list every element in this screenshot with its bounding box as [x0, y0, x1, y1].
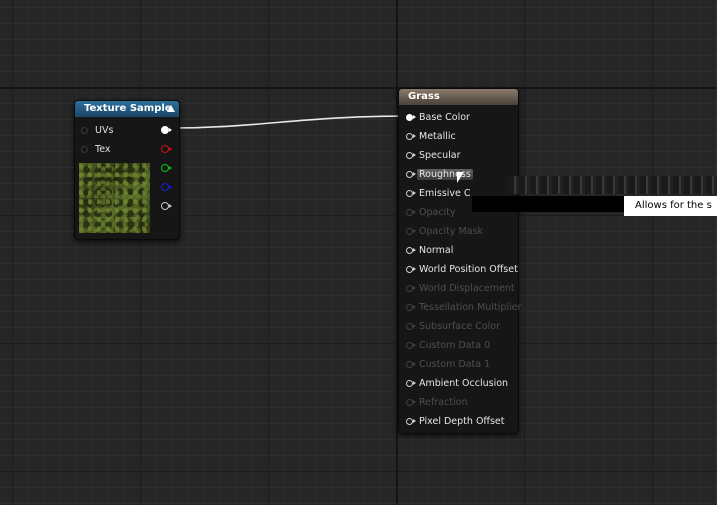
output-alpha-pin-icon[interactable]	[161, 202, 172, 210]
material-pin-refraction[interactable]: Refraction	[406, 394, 468, 410]
uvs-label: UVs	[95, 124, 114, 136]
input-pin-icon[interactable]	[406, 341, 416, 349]
tooltip-shadow-strip	[508, 176, 717, 194]
input-uvs[interactable]: UVs	[81, 122, 113, 138]
material-pin-custom-data-1[interactable]: Custom Data 1	[406, 356, 490, 372]
material-pin-label: Metallic	[419, 130, 456, 142]
material-pin-ambient-occlusion[interactable]: Ambient Occlusion	[406, 375, 508, 391]
input-pin-icon[interactable]	[406, 246, 416, 254]
input-pin-icon[interactable]	[406, 189, 416, 197]
input-pin-icon[interactable]	[406, 208, 416, 216]
input-pin-icon[interactable]	[406, 360, 416, 368]
material-pin-metallic[interactable]: Metallic	[406, 128, 456, 144]
input-pin-icon[interactable]	[406, 151, 416, 159]
material-pin-subsurface-color[interactable]: Subsurface Color	[406, 318, 500, 334]
material-pin-label: Specular	[419, 149, 461, 161]
tex-label: Tex	[95, 143, 111, 155]
pin-tooltip: Allows for the s	[624, 196, 717, 216]
material-pin-label: Ambient Occlusion	[419, 377, 509, 389]
tex-pin-icon[interactable]	[81, 145, 88, 153]
texture-preview-thumbnail	[79, 163, 150, 233]
material-pin-label: Pixel Depth Offset	[419, 415, 505, 427]
input-pin-icon[interactable]	[406, 170, 416, 178]
material-result-node[interactable]: Grass Base Color Metallic Specular Roughnes…	[398, 88, 521, 434]
material-pin-label: Refraction	[419, 396, 468, 408]
mouse-cursor-icon	[457, 172, 464, 183]
output-red-pin-icon[interactable]	[161, 145, 172, 153]
material-pin-label: World Position Offset	[419, 263, 518, 275]
material-pin-label: Emissive C	[419, 187, 471, 199]
input-pin-icon[interactable]	[406, 132, 416, 140]
collapse-arrow-icon[interactable]	[167, 105, 175, 112]
material-pin-world-displacement[interactable]: World Displacement	[406, 280, 515, 296]
input-pin-icon[interactable]	[406, 398, 416, 406]
output-blue-pin-icon[interactable]	[161, 183, 172, 191]
uvs-pin-icon[interactable]	[81, 126, 88, 134]
material-pin-pixel-depth-offset[interactable]: Pixel Depth Offset	[406, 413, 505, 429]
input-pin-icon[interactable]	[406, 265, 416, 273]
material-pin-label: World Displacement	[419, 282, 515, 294]
material-graph-canvas[interactable]: Texture Sample UVs Tex Grass Base Color M…	[0, 0, 717, 505]
texture-sample-node[interactable]: Texture Sample UVs Tex	[74, 100, 180, 240]
material-pin-label: Roughness	[417, 168, 473, 180]
material-pin-label: Opacity	[419, 206, 456, 218]
input-pin-icon[interactable]	[406, 322, 416, 330]
material-node-header[interactable]: Grass	[399, 89, 518, 105]
texture-sample-header[interactable]: Texture Sample	[75, 101, 179, 117]
material-pin-label: Base Color	[419, 111, 470, 123]
input-pin-icon[interactable]	[406, 379, 416, 387]
texture-sample-title: Texture Sample	[84, 103, 172, 114]
material-pin-tessellation-multiplier[interactable]: Tessellation Multiplier	[406, 299, 521, 315]
material-pin-label: Custom Data 0	[419, 339, 491, 351]
material-pin-label: Custom Data 1	[419, 358, 491, 370]
material-pin-opacity-mask[interactable]: Opacity Mask	[406, 223, 483, 239]
input-pin-icon[interactable]	[406, 227, 416, 235]
material-pin-label: Subsurface Color	[419, 320, 501, 332]
input-tex[interactable]: Tex	[81, 141, 111, 157]
tooltip-black-bar	[472, 196, 624, 212]
material-pin-specular[interactable]: Specular	[406, 147, 461, 163]
material-pin-label: Opacity Mask	[419, 225, 484, 237]
output-rgb-pin-icon[interactable]	[161, 126, 172, 134]
input-pin-icon[interactable]	[406, 417, 416, 425]
material-pin-normal[interactable]: Normal	[406, 242, 453, 258]
material-pin-label: Normal	[419, 244, 454, 256]
material-pin-opacity[interactable]: Opacity	[406, 204, 456, 220]
input-pin-icon[interactable]	[406, 113, 416, 121]
material-pin-custom-data-0[interactable]: Custom Data 0	[406, 337, 490, 353]
material-pin-base-color[interactable]: Base Color	[406, 109, 470, 125]
output-green-pin-icon[interactable]	[161, 164, 172, 172]
material-node-title: Grass	[408, 91, 440, 102]
material-pin-label: Tessellation Multiplier	[419, 301, 522, 313]
input-pin-icon[interactable]	[406, 303, 416, 311]
input-pin-icon[interactable]	[406, 284, 416, 292]
material-pin-world-position-offset[interactable]: World Position Offset	[406, 261, 518, 277]
material-pin-emissive-c[interactable]: Emissive C	[406, 185, 471, 201]
connection-wire	[170, 115, 412, 129]
